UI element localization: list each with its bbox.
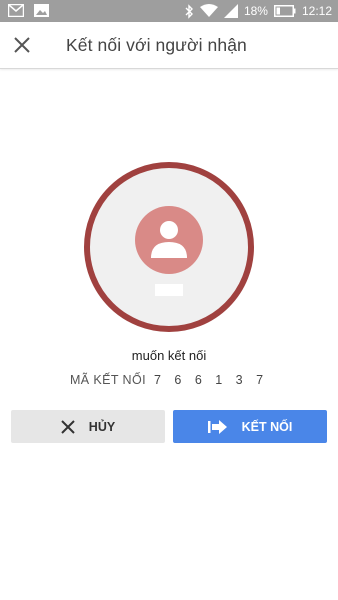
connect-message: muốn kết nối <box>131 348 207 363</box>
connection-code-row: MÃ KẾT NỐI 7 6 6 1 3 7 <box>0 373 338 387</box>
app-bar: Kết nối với người nhận <box>0 22 338 69</box>
page-title: Kết nối với người nhận <box>66 35 247 55</box>
connect-button[interactable]: KẾT NỐI <box>173 410 327 443</box>
connection-code-label: MÃ KẾT NỐI <box>69 373 146 387</box>
cancel-button[interactable]: HỦY <box>11 410 165 443</box>
bluetooth-icon <box>184 3 194 19</box>
close-button[interactable] <box>10 33 34 57</box>
mail-icon <box>8 4 24 17</box>
person-icon <box>151 221 187 258</box>
image-icon <box>34 4 49 17</box>
battery-icon <box>273 5 296 17</box>
avatar <box>135 206 203 274</box>
clock: 12:12 <box>301 4 332 18</box>
signal-icon <box>223 4 238 18</box>
connect-arrow-icon <box>207 419 227 434</box>
battery-percent: 18% <box>243 4 268 18</box>
cancel-label: HỦY <box>88 419 116 434</box>
close-icon <box>14 37 30 53</box>
connect-label: KẾT NỐI <box>241 419 293 434</box>
status-bar: 18% 12:12 <box>0 0 338 22</box>
recipient-name-placeholder <box>155 284 183 296</box>
close-icon <box>61 419 75 434</box>
wifi-icon <box>199 4 218 18</box>
connection-code-value: 7 6 6 1 3 7 <box>153 373 269 387</box>
